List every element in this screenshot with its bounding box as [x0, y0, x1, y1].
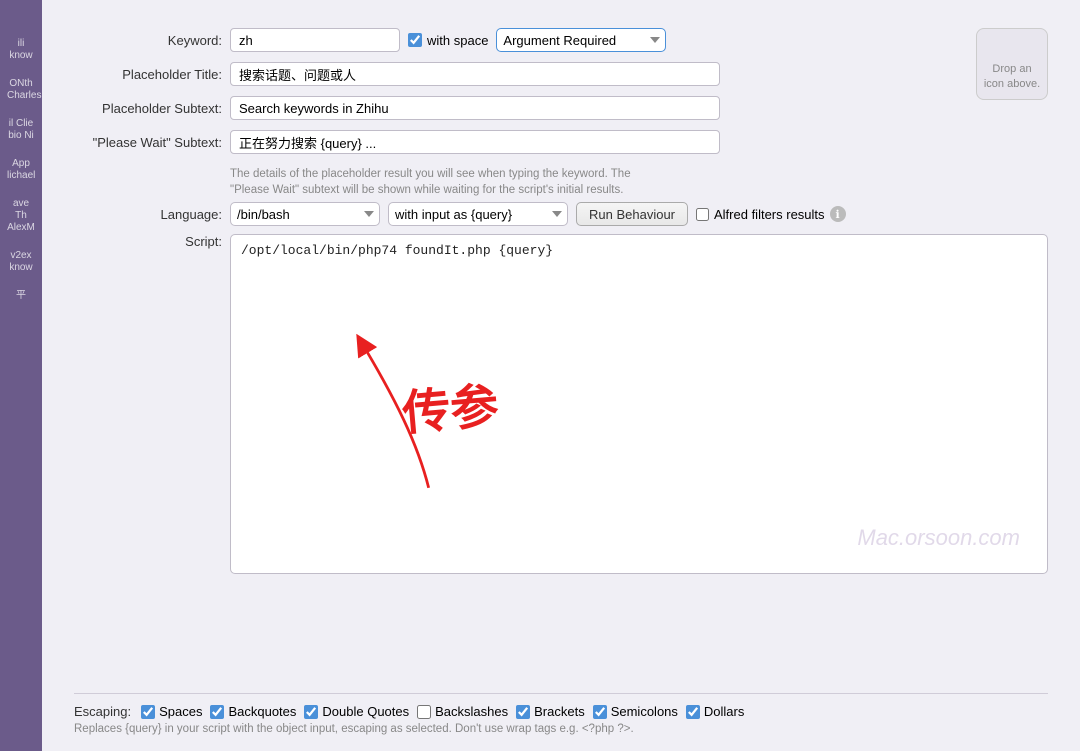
with-input-select[interactable]: with input as {query}	[388, 202, 568, 226]
script-label: Script:	[74, 234, 222, 249]
esc-brackets-label: Brackets	[534, 704, 585, 719]
with-space-wrap: with space	[408, 33, 488, 48]
placeholder-subtext-label: Placeholder Subtext:	[74, 101, 222, 116]
placeholder-title-row: Placeholder Title:	[74, 62, 960, 86]
with-space-checkbox[interactable]	[408, 33, 422, 47]
escaping-row: Escaping: Spaces Backquotes Double Quote…	[74, 704, 1048, 719]
icon-drop-label: Drop an icon above.	[984, 62, 1040, 91]
please-wait-input[interactable]	[230, 130, 720, 154]
escaping-section: Escaping: Spaces Backquotes Double Quote…	[74, 693, 1048, 735]
placeholder-title-label: Placeholder Title:	[74, 67, 222, 82]
sidebar-item-3[interactable]: il Clie bio Ni	[3, 112, 39, 148]
script-row: Script: /opt/local/bin/php74 foundIt.php…	[74, 234, 1048, 693]
main-panel: Mac.orsoon.com Keyword: with space Argum…	[42, 0, 1080, 751]
keyword-label: Keyword:	[74, 33, 222, 48]
alfred-filters-checkbox[interactable]	[696, 208, 709, 221]
esc-dollars-checkbox[interactable]	[686, 705, 700, 719]
esc-semicolons-label: Semicolons	[611, 704, 678, 719]
language-row: Language: /bin/bash with input as {query…	[74, 202, 1048, 226]
language-label: Language:	[74, 207, 222, 222]
esc-spaces-label: Spaces	[159, 704, 202, 719]
esc-backslashes-checkbox[interactable]	[417, 705, 431, 719]
keyword-input[interactable]	[230, 28, 400, 52]
language-select[interactable]: /bin/bash	[230, 202, 380, 226]
esc-brackets: Brackets	[516, 704, 585, 719]
esc-double-quotes-label: Double Quotes	[322, 704, 409, 719]
esc-backquotes-checkbox[interactable]	[210, 705, 224, 719]
esc-backquotes-label: Backquotes	[228, 704, 296, 719]
sidebar-item-2[interactable]: ONth Charles	[3, 72, 39, 108]
alfred-filters-label: Alfred filters results	[714, 207, 825, 222]
description-text: The details of the placeholder result yo…	[230, 166, 720, 198]
script-textarea[interactable]: /opt/local/bin/php74 foundIt.php {query}	[230, 234, 1048, 574]
esc-double-quotes: Double Quotes	[304, 704, 409, 719]
sidebar-item-6[interactable]: v2ex know	[3, 244, 39, 280]
icon-drop-area[interactable]: Drop an icon above.	[976, 28, 1048, 100]
esc-dollars: Dollars	[686, 704, 744, 719]
please-wait-row: "Please Wait" Subtext:	[74, 130, 960, 154]
esc-dollars-label: Dollars	[704, 704, 744, 719]
esc-spaces-checkbox[interactable]	[141, 705, 155, 719]
esc-backslashes: Backslashes	[417, 704, 508, 719]
esc-backquotes: Backquotes	[210, 704, 296, 719]
sidebar-item-1[interactable]: ili know	[3, 32, 39, 68]
run-behaviour-button[interactable]: Run Behaviour	[576, 202, 688, 226]
esc-brackets-checkbox[interactable]	[516, 705, 530, 719]
escaping-desc: Replaces {query} in your script with the…	[74, 723, 1048, 735]
placeholder-title-input[interactable]	[230, 62, 720, 86]
sidebar-item-4[interactable]: App lichael	[3, 152, 39, 188]
escaping-label: Escaping:	[74, 704, 131, 719]
sidebar: ili know ONth Charles il Clie bio Ni App…	[0, 0, 42, 751]
with-space-label: with space	[427, 33, 488, 48]
sidebar-item-7[interactable]: 平	[3, 284, 39, 308]
esc-semicolons: Semicolons	[593, 704, 678, 719]
please-wait-label: "Please Wait" Subtext:	[74, 135, 222, 150]
sidebar-item-5[interactable]: ave Th AlexM	[3, 192, 39, 240]
info-icon: ℹ	[830, 206, 846, 222]
esc-backslashes-label: Backslashes	[435, 704, 508, 719]
alfred-filters-wrap: Alfred filters results ℹ	[696, 206, 846, 222]
placeholder-subtext-input[interactable]	[230, 96, 720, 120]
keyword-row: Keyword: with space Argument Required	[74, 28, 960, 52]
esc-spaces: Spaces	[141, 704, 202, 719]
arg-required-select[interactable]: Argument Required	[496, 28, 666, 52]
esc-semicolons-checkbox[interactable]	[593, 705, 607, 719]
esc-double-quotes-checkbox[interactable]	[304, 705, 318, 719]
placeholder-subtext-row: Placeholder Subtext:	[74, 96, 960, 120]
